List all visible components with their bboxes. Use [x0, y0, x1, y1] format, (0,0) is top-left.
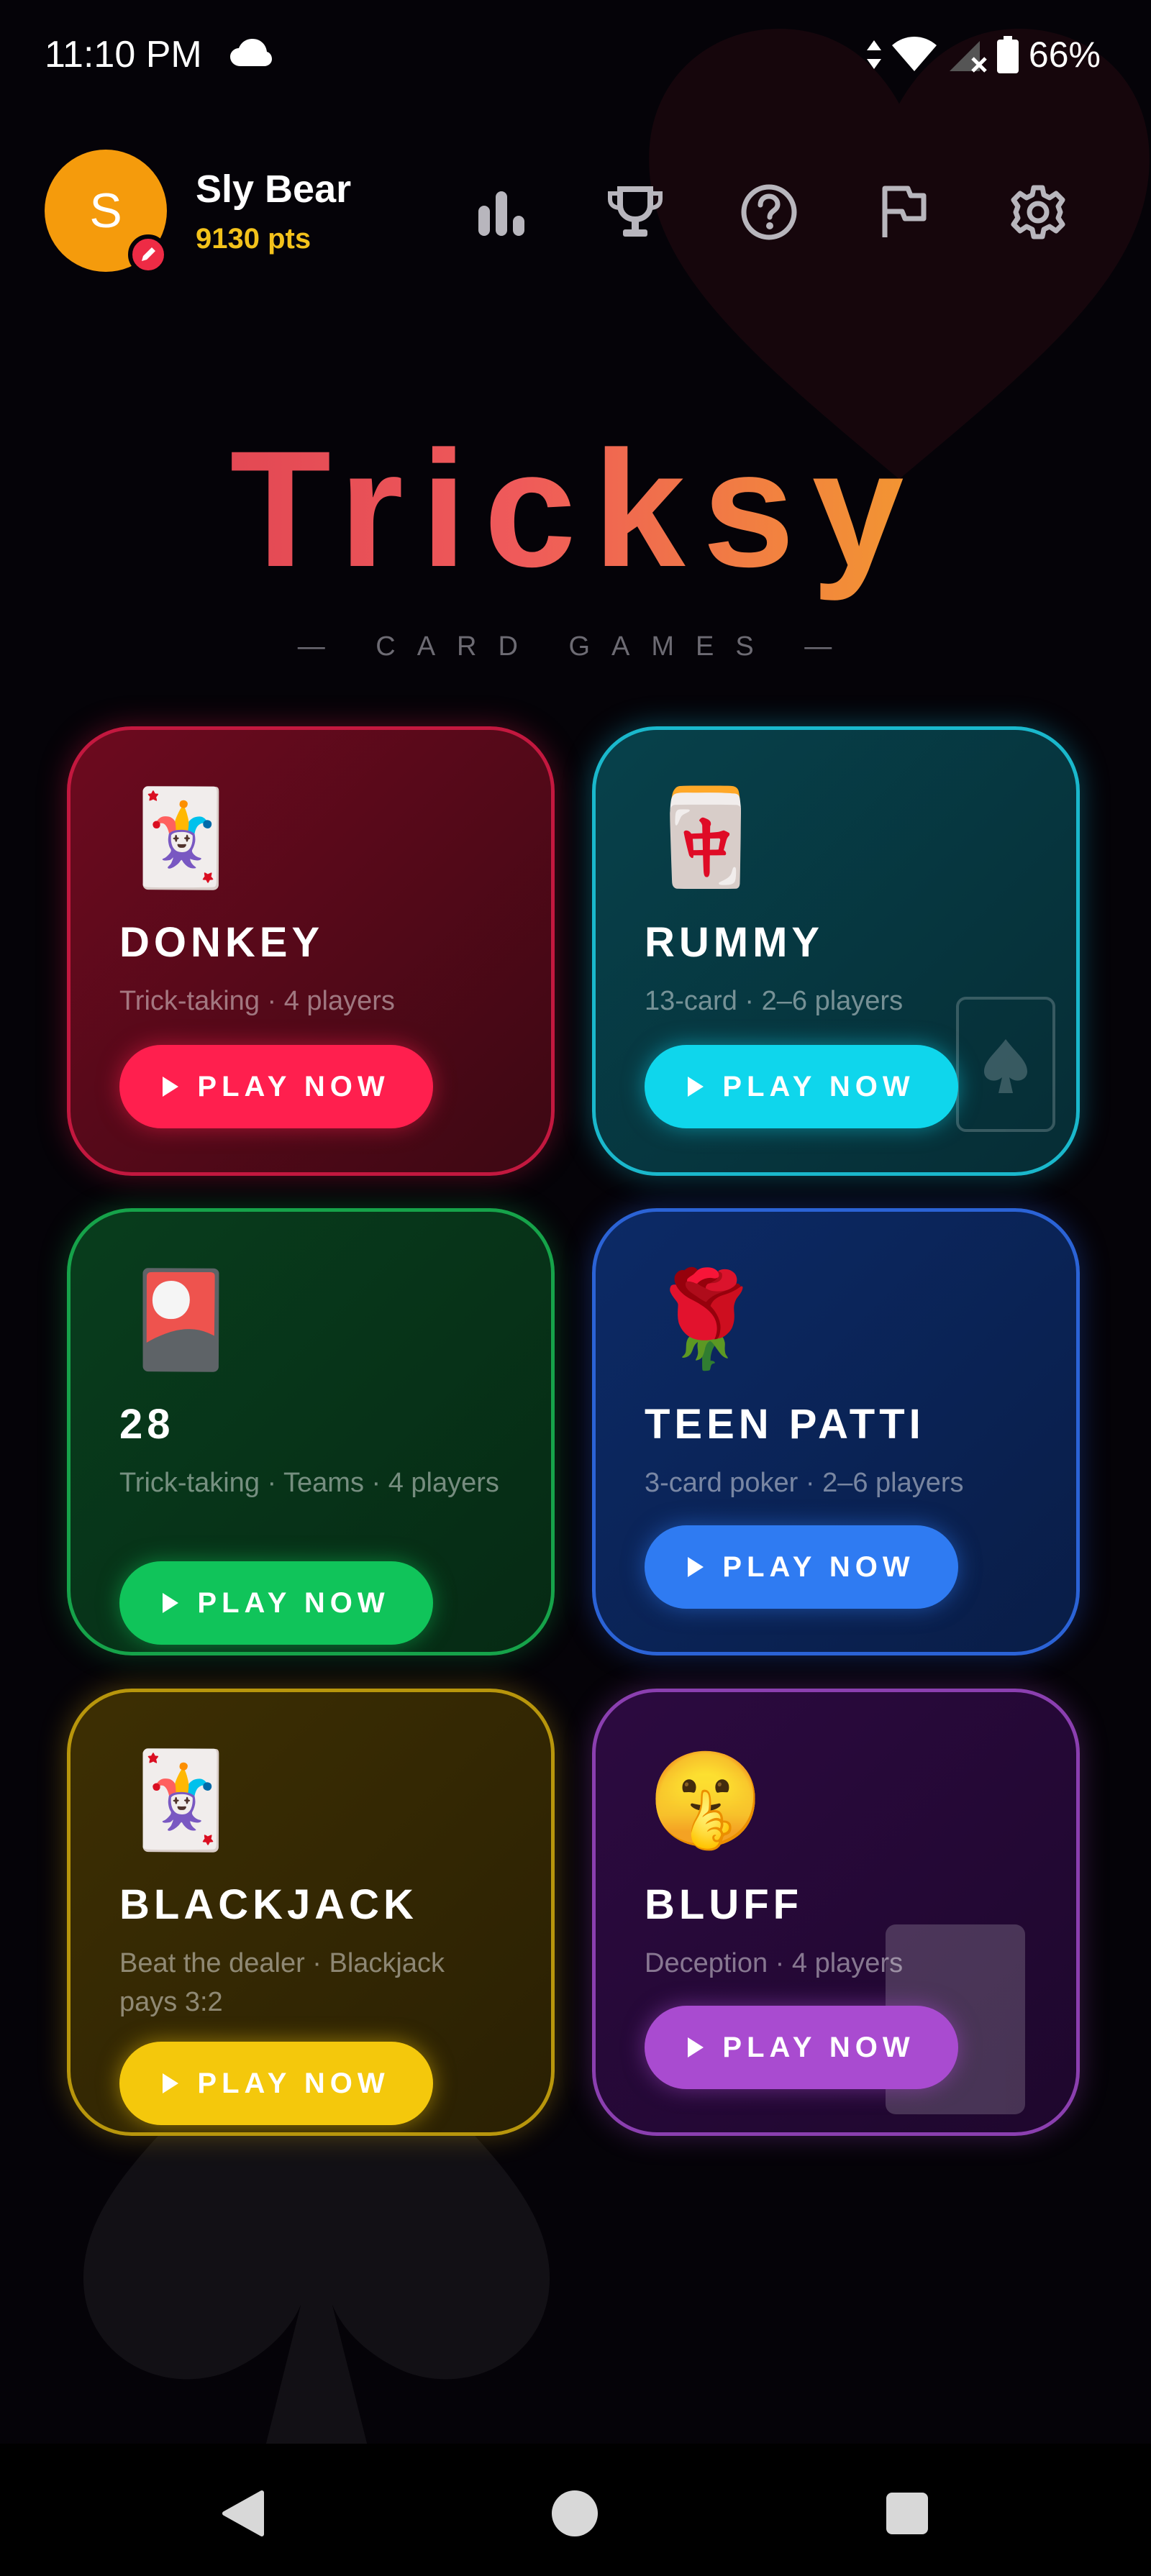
game-title: DONKEY [119, 919, 324, 966]
game-title: BLACKJACK [119, 1881, 418, 1928]
avatar-letter: S [89, 183, 122, 238]
trophy-icon [608, 186, 663, 237]
app-tagline: — CARD GAMES — [297, 631, 854, 662]
bar-chart-icon [478, 191, 524, 236]
help-button[interactable] [737, 180, 801, 245]
game-subtitle: Trick-taking · Teams · 4 players [119, 1468, 499, 1498]
play-now-button[interactable]: PLAY NOW [119, 2042, 433, 2125]
app-logo-title: Tricksy [0, 414, 1151, 604]
flower-card-icon: 🎴 [122, 1266, 239, 1371]
play-now-label: PLAY NOW [197, 1586, 390, 1619]
play-icon [163, 1077, 179, 1097]
battery-icon [996, 36, 1019, 73]
game-subtitle: 3-card poker · 2–6 players [645, 1468, 964, 1498]
play-now-label: PLAY NOW [722, 1070, 915, 1102]
play-now-label: PLAY NOW [197, 1070, 390, 1102]
play-now-label: PLAY NOW [722, 2031, 915, 2063]
play-now-button[interactable]: PLAY NOW [119, 1045, 433, 1128]
game-card-blackjack[interactable]: 🃏 BLACKJACK Beat the dealer · Blackjack … [67, 1689, 555, 2136]
report-button[interactable] [870, 180, 935, 245]
joker-card-icon: 🃏 [122, 1747, 239, 1852]
username: Sly Bear [196, 168, 352, 211]
game-title: BLUFF [645, 1881, 804, 1928]
play-icon [688, 1557, 704, 1577]
play-icon [688, 2037, 704, 2057]
leaderboard-button[interactable] [603, 180, 668, 245]
shushing-face-icon: 🤫 [647, 1747, 764, 1852]
system-nav-bar [0, 2444, 1151, 2576]
game-title: RUMMY [645, 919, 824, 966]
play-now-label: PLAY NOW [197, 2067, 390, 2099]
game-card-28[interactable]: 🎴 28 Trick-taking · Teams · 4 players PL… [67, 1208, 555, 1655]
gear-icon [1011, 185, 1065, 239]
pencil-icon [142, 247, 155, 261]
status-right: 66% [866, 32, 1101, 78]
game-subtitle: Trick-taking · 4 players [119, 986, 395, 1016]
mahjong-tile-icon: 🀄 [647, 785, 764, 890]
game-title: TEEN PATTI [645, 1401, 925, 1448]
cell-signal-icon [949, 41, 987, 73]
play-now-button[interactable]: PLAY NOW [645, 1045, 958, 1128]
game-title: 28 [119, 1401, 175, 1448]
edit-profile-button[interactable] [128, 234, 168, 275]
battery-percent: 66% [1028, 35, 1101, 75]
joker-card-icon: 🃏 [122, 785, 239, 890]
home-icon[interactable] [550, 2489, 599, 2538]
game-subtitle: 13-card · 2–6 players [645, 986, 904, 1016]
back-icon[interactable] [220, 2490, 266, 2537]
status-time: 11:10 PM [45, 34, 202, 76]
rose-icon: 🌹 [647, 1266, 764, 1371]
stats-button[interactable] [469, 180, 534, 245]
game-subtitle: Deception · 4 players [645, 1948, 904, 1978]
play-now-button[interactable]: PLAY NOW [645, 1525, 958, 1609]
play-icon [163, 2073, 179, 2093]
recents-icon[interactable] [885, 2491, 929, 2536]
help-icon [741, 184, 797, 240]
data-arrows-icon [866, 40, 881, 69]
play-now-button[interactable]: PLAY NOW [119, 1561, 433, 1645]
game-subtitle: Beat the dealer · Blackjack pays 3:2 [119, 1948, 445, 2017]
game-card-teen-patti[interactable]: 🌹 TEEN PATTI 3-card poker · 2–6 players … [592, 1208, 1080, 1655]
wifi-icon [891, 37, 937, 71]
flag-icon [882, 186, 927, 237]
play-icon [688, 1077, 704, 1097]
play-now-label: PLAY NOW [722, 1550, 915, 1583]
game-card-rummy[interactable]: 🀄 RUMMY 13-card · 2–6 players PLAY NOW [592, 726, 1080, 1176]
points: 9130 pts [196, 223, 311, 255]
status-bar: 11:10 PM 66% [0, 0, 1151, 108]
settings-button[interactable] [1006, 180, 1070, 245]
cloud-icon [230, 39, 272, 66]
play-now-button[interactable]: PLAY NOW [645, 2006, 958, 2089]
play-icon [163, 1593, 179, 1613]
game-card-bluff[interactable]: 🤫 BLUFF Deception · 4 players PLAY NOW [592, 1689, 1080, 2136]
game-card-donkey[interactable]: 🃏 DONKEY Trick-taking · 4 players PLAY N… [67, 726, 555, 1176]
